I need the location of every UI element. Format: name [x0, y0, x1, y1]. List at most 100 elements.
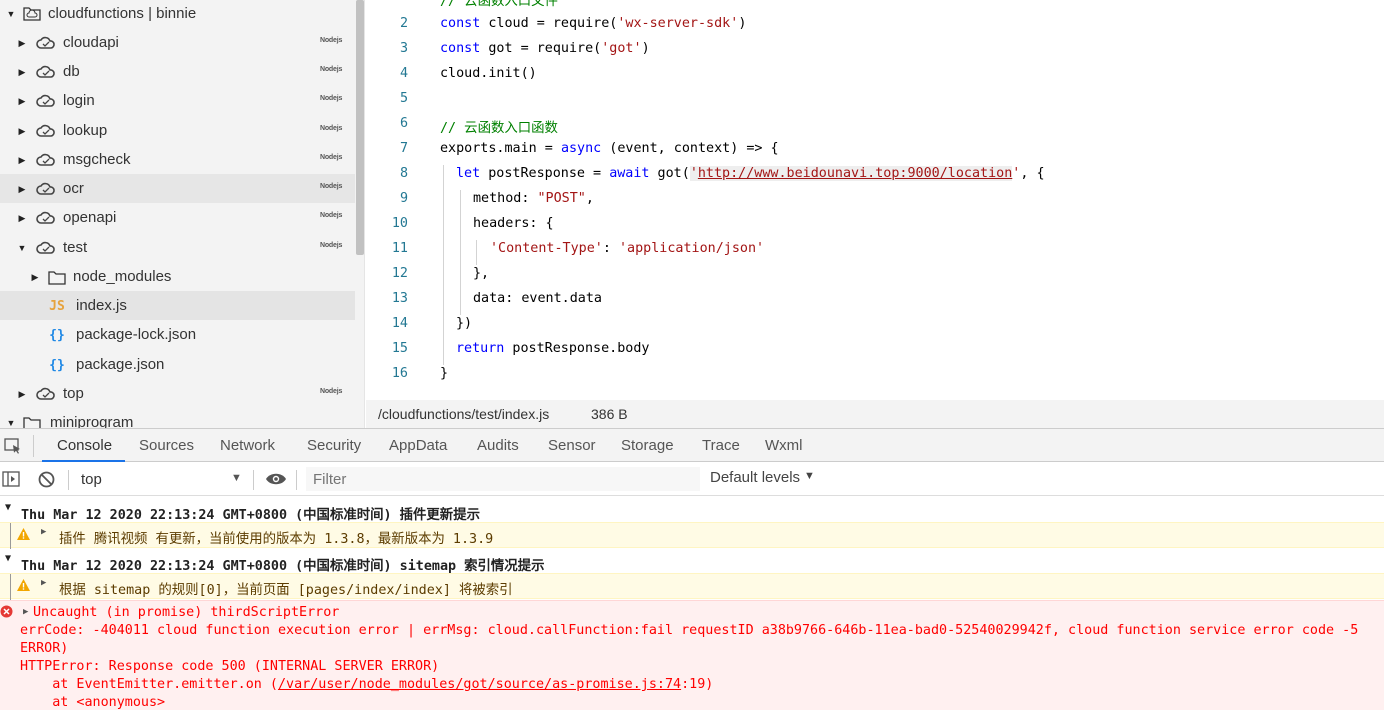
chevron-down-icon: ▼: [17, 243, 27, 253]
nodejs-badge: Nodejs: [320, 66, 343, 73]
code-text: ,: [585, 191, 594, 206]
nodejs-badge: Nodejs: [320, 37, 343, 44]
file-explorer: ▼ cloudfunctions | binnie ▶ cloudapi Nod…: [0, 0, 365, 428]
line-number: 13: [391, 291, 408, 306]
dropdown-arrow-icon: ▼: [804, 470, 815, 482]
string-literal: 'got': [601, 41, 642, 56]
tab-trace[interactable]: Trace: [702, 437, 740, 454]
folder-icon: [22, 415, 42, 428]
clear-console-icon[interactable]: [38, 471, 55, 491]
line-number: 3: [399, 41, 408, 56]
chevron-right-icon: ▶: [18, 125, 26, 136]
code-line-11: 'Content-Type': 'application/json': [490, 241, 764, 256]
chevron-down-icon: ▼: [6, 418, 16, 428]
keyword: async: [560, 141, 602, 156]
tree-item-node-modules[interactable]: ▶ node_modules: [0, 262, 355, 291]
keyword: const: [440, 16, 481, 31]
toolbar-divider: [296, 470, 297, 490]
tab-security[interactable]: Security: [307, 437, 361, 454]
code-line-16: }: [440, 366, 449, 381]
warning-message: 插件 腾讯视频 有更新，当前使用的版本为 1.3.8，最新版本为 1.3.9: [59, 532, 494, 547]
code-text: ): [641, 41, 650, 56]
code-line-15: return postResponse.body: [456, 341, 650, 356]
tree-item-miniprogram[interactable]: ▼ miniprogram: [0, 408, 355, 428]
tab-appdata[interactable]: AppData: [389, 437, 447, 454]
tree-item-cloudapi[interactable]: ▶ cloudapi Nodejs: [0, 28, 355, 57]
json-file-icon: {}: [49, 357, 65, 373]
tab-console[interactable]: Console: [57, 437, 112, 454]
tree-root-cloudfunctions[interactable]: ▼ cloudfunctions | binnie: [0, 0, 355, 29]
error-line: HTTPError: Response code 500 (INTERNAL S…: [20, 659, 440, 674]
code-line-4: cloud.init(): [440, 66, 537, 81]
warning-icon: [16, 527, 31, 545]
code-text: :: [602, 241, 619, 256]
tab-audits[interactable]: Audits: [477, 437, 519, 454]
tree-item-lookup[interactable]: ▶ lookup Nodejs: [0, 116, 355, 145]
inspect-element-icon[interactable]: [4, 438, 22, 457]
tab-sources[interactable]: Sources: [139, 437, 194, 454]
indent-guide: [460, 190, 461, 315]
keyword: let: [456, 166, 481, 181]
string-literal: 'wx-server-sdk': [617, 16, 739, 31]
console-error-row[interactable]: ▶ Uncaught (in promise) thirdScriptError…: [0, 600, 1384, 710]
workspace: ▼ cloudfunctions | binnie ▶ cloudapi Nod…: [0, 0, 1384, 428]
tree-item-package-lock-json[interactable]: {} package-lock.json: [0, 320, 355, 349]
toolbar-divider: [68, 470, 69, 490]
warning-message: 根据 sitemap 的规则[0]，当前页面 [pages/index/inde…: [59, 583, 513, 598]
cloud-function-icon: [36, 35, 56, 51]
code-line-8: let postResponse = await got('http://www…: [456, 166, 1045, 181]
chevron-right-icon: ▶: [18, 66, 26, 77]
code-line-9: method: "POST",: [473, 191, 594, 206]
code-text: ): [738, 16, 747, 31]
error-title: Uncaught (in promise) thirdScriptError: [33, 605, 340, 620]
tree-item-db[interactable]: ▶ db Nodejs: [0, 57, 355, 86]
nodejs-badge: Nodejs: [320, 242, 343, 249]
tree-item-package-json[interactable]: {} package.json: [0, 350, 355, 379]
keyword: const: [440, 41, 481, 56]
line-number: 8: [399, 166, 408, 181]
context-selector[interactable]: top ▼: [76, 468, 246, 490]
tab-wxml[interactable]: Wxml: [765, 437, 803, 454]
chevron-right-icon: ▶: [41, 527, 47, 537]
source-link[interactable]: /var/user/node_modules/got/source/as-pro…: [278, 677, 681, 692]
tab-storage[interactable]: Storage: [621, 437, 674, 454]
stack-text: at EventEmitter.emitter.on (: [20, 677, 278, 692]
tree-item-top[interactable]: ▶ top Nodejs: [0, 379, 355, 408]
nodejs-badge: Nodejs: [320, 183, 343, 190]
line-number: 5: [399, 91, 408, 106]
javascript-file-icon: JS: [49, 298, 65, 314]
nodejs-badge: Nodejs: [320, 212, 343, 219]
group-title: Thu Mar 12 2020 22:13:24 GMT+0800 (中国标准时…: [21, 508, 480, 523]
chevron-right-icon[interactable]: ▶: [23, 607, 28, 617]
eye-icon[interactable]: [265, 472, 287, 489]
tab-sensor[interactable]: Sensor: [548, 437, 596, 454]
editor-status-bar: /cloudfunctions/test/index.js 386 B: [366, 400, 1384, 428]
tree-item-label: package-lock.json: [76, 326, 197, 343]
line-number: 12: [391, 266, 408, 281]
log-levels-dropdown[interactable]: Default levels ▼: [710, 469, 820, 491]
chevron-right-icon: ▶: [31, 271, 39, 282]
tab-network[interactable]: Network: [220, 437, 275, 454]
tree-item-label: miniprogram: [50, 414, 134, 428]
file-path: /cloudfunctions/test/index.js: [378, 406, 550, 422]
code-text: got(: [649, 166, 690, 181]
group-indent-bar: [10, 523, 11, 549]
tree-item-openapi[interactable]: ▶ openapi Nodejs: [0, 203, 355, 232]
show-sidebar-icon[interactable]: [2, 471, 20, 490]
code-line-13: data: event.data: [473, 291, 602, 306]
console-warning-row[interactable]: ▶ 根据 sitemap 的规则[0]，当前页面 [pages/index/in…: [0, 573, 1384, 600]
tree-item-index-js[interactable]: JS index.js: [0, 291, 355, 320]
line-number: 11: [391, 241, 408, 256]
tree-item-login[interactable]: ▶ login Nodejs: [0, 86, 355, 115]
tree-item-test[interactable]: ▼ test Nodejs: [0, 233, 355, 262]
code-editor[interactable]: 1 2 3 4 5 6 7 8 9 10 11 12 13 14 15 16 /…: [366, 0, 1384, 400]
stack-frame: at EventEmitter.emitter.on (/var/user/no…: [20, 677, 713, 692]
console-warning-row[interactable]: ▶ 插件 腾讯视频 有更新，当前使用的版本为 1.3.8，最新版本为 1.3.9: [0, 522, 1384, 549]
tree-item-label: package.json: [76, 356, 165, 373]
log-levels-label: Default levels: [710, 469, 801, 486]
console-filter-input[interactable]: [306, 467, 700, 491]
tree-item-msgcheck[interactable]: ▶ msgcheck Nodejs: [0, 145, 355, 174]
sidebar-scrollbar[interactable]: [356, 0, 364, 255]
url-link[interactable]: http://www.beidounavi.top:9000/location: [697, 166, 1013, 181]
tree-item-ocr[interactable]: ▶ ocr Nodejs: [0, 174, 355, 203]
